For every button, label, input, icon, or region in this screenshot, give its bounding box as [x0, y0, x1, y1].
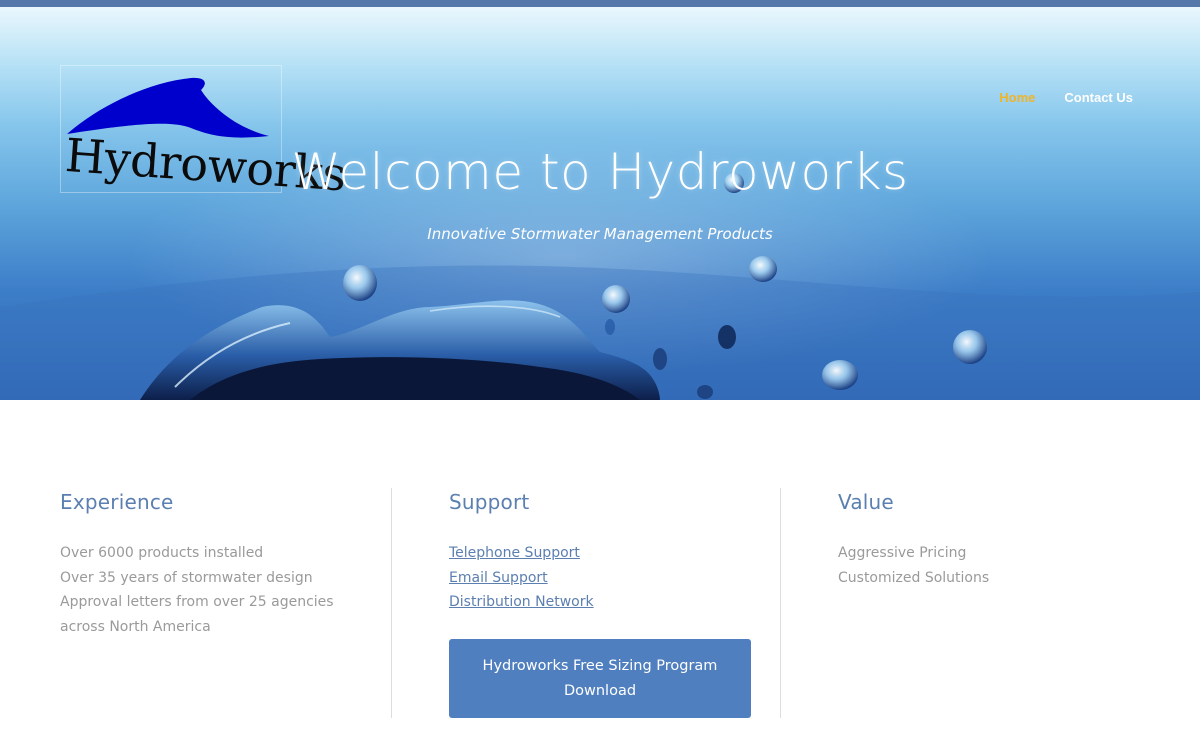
- support-column: Support Telephone Support Email Support …: [449, 490, 759, 615]
- experience-heading: Experience: [60, 490, 174, 514]
- hero-banner: Hydroworks Home Contact Us Welcome to Hy…: [0, 7, 1200, 400]
- list-item: Aggressive Pricing: [838, 545, 967, 561]
- hero-title: Welcome to Hydroworks: [291, 143, 909, 201]
- list-item: Approval letters from over 25 agencies: [60, 594, 334, 610]
- telephone-support-link[interactable]: Telephone Support: [449, 545, 580, 561]
- list-item: Customized Solutions: [838, 569, 990, 586]
- column-divider: [780, 488, 781, 718]
- value-column: Value Aggressive Pricing Customized Solu…: [838, 490, 1138, 590]
- value-heading: Value: [838, 490, 894, 514]
- sizing-program-download-button[interactable]: Hydroworks Free Sizing Program Download: [449, 639, 751, 718]
- email-support-link[interactable]: Email Support: [449, 570, 548, 586]
- features-section: Experience Over 6000 products installed …: [0, 400, 1200, 740]
- distribution-network-link[interactable]: Distribution Network: [449, 594, 594, 610]
- list-item: across North America: [60, 618, 211, 635]
- nav-home-link[interactable]: Home: [999, 90, 1035, 105]
- experience-column: Experience Over 6000 products installed …: [60, 490, 360, 639]
- list-item: Over 35 years of stormwater design: [60, 569, 313, 586]
- list-item: Over 6000 products installed: [60, 545, 264, 561]
- support-heading: Support: [449, 490, 530, 514]
- support-links: Telephone Support Email Support Distribu…: [449, 541, 759, 615]
- value-list: Aggressive Pricing Customized Solutions: [838, 541, 1138, 590]
- top-accent-bar: [0, 0, 1200, 7]
- experience-list: Over 6000 products installed Over 35 yea…: [60, 541, 360, 639]
- nav-contact-us-link[interactable]: Contact Us: [1064, 90, 1133, 105]
- main-nav: Home Contact Us: [999, 90, 1133, 105]
- column-divider: [391, 488, 392, 718]
- hero-subtitle: Innovative Stormwater Management Product…: [427, 225, 773, 243]
